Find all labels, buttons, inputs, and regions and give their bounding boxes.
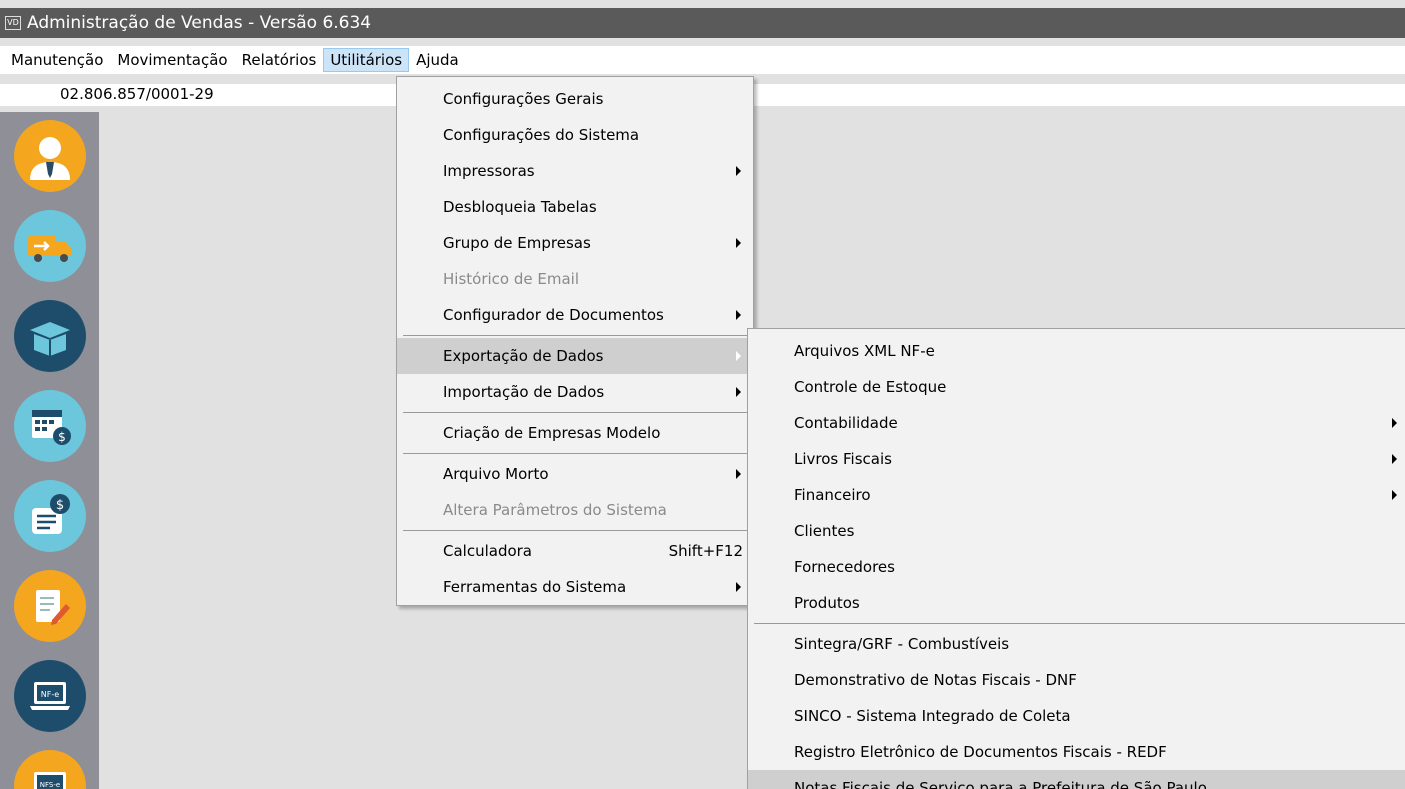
nfse-icon[interactable]: NFS-e <box>14 750 86 789</box>
menu-separator <box>754 623 1405 624</box>
submenu-arrow-icon <box>736 238 741 248</box>
menu-item-label: Criação de Empresas Modelo <box>443 424 661 442</box>
menu-movimentacao[interactable]: Movimentação <box>110 48 234 72</box>
nfe-laptop-icon[interactable]: NF-e <box>14 660 86 732</box>
menu-item-label: Produtos <box>794 594 860 612</box>
shortcut-sidebar: $ $ NF-e NFS-e <box>0 112 99 789</box>
util-item-impressoras[interactable]: Impressoras <box>397 153 753 189</box>
menu-item-label: Arquivos XML NF-e <box>794 342 935 360</box>
menu-item-label: Controle de Estoque <box>794 378 947 396</box>
menu-item-label: SINCO - Sistema Integrado de Coleta <box>794 707 1071 725</box>
util-item-grupo-de-empresas[interactable]: Grupo de Empresas <box>397 225 753 261</box>
menu-utilitarios[interactable]: Utilitários <box>323 48 410 72</box>
title-bar: VD Administração de Vendas - Versão 6.63… <box>0 8 1405 38</box>
menu-item-label: Impressoras <box>443 162 535 180</box>
svg-text:NF-e: NF-e <box>41 690 59 699</box>
menu-item-label: Configurador de Documentos <box>443 306 664 324</box>
menu-item-label: Registro Eletrônico de Documentos Fiscai… <box>794 743 1167 761</box>
menu-item-label: Desbloqueia Tabelas <box>443 198 597 216</box>
export-item-registro-eletronico-de-documentos-fiscais-redf[interactable]: Registro Eletrônico de Documentos Fiscai… <box>748 734 1405 770</box>
util-item-criacao-de-empresas-modelo[interactable]: Criação de Empresas Modelo <box>397 415 753 451</box>
menu-item-label: Notas Fiscais de Serviço para a Prefeitu… <box>794 779 1207 789</box>
submenu-arrow-icon <box>736 582 741 592</box>
menu-item-label: Arquivo Morto <box>443 465 549 483</box>
submenu-arrow-icon <box>736 351 741 361</box>
menu-item-label: Histórico de Email <box>443 270 579 288</box>
svg-text:$: $ <box>58 430 66 444</box>
utilitarios-dropdown: Configurações Gerais Configurações do Sis… <box>396 76 754 606</box>
util-item-importacao-de-dados[interactable]: Importação de Dados <box>397 374 753 410</box>
util-item-exportacao-de-dados[interactable]: Exportação de Dados <box>397 338 753 374</box>
exportacao-submenu: Arquivos XML NF-e Controle de Estoque Cont… <box>747 328 1405 789</box>
menu-item-label: Altera Parâmetros do Sistema <box>443 501 667 519</box>
util-item-configurador-de-documentos[interactable]: Configurador de Documentos <box>397 297 753 333</box>
invoice-money-icon[interactable]: $ <box>14 480 86 552</box>
menu-item-label: Sintegra/GRF - Combustíveis <box>794 635 1010 653</box>
company-cnpj: 02.806.857/0001-29 <box>60 85 214 103</box>
export-item-produtos[interactable]: Produtos <box>748 585 1405 621</box>
menu-item-label: Ferramentas do Sistema <box>443 578 627 596</box>
export-item-contabilidade[interactable]: Contabilidade <box>748 405 1405 441</box>
submenu-arrow-icon <box>1392 454 1397 464</box>
shortcut-label: Shift+F12 <box>668 542 743 560</box>
menu-separator <box>403 412 751 413</box>
submenu-arrow-icon <box>736 310 741 320</box>
menu-item-label: Demonstrativo de Notas Fiscais - DNF <box>794 671 1077 689</box>
submenu-arrow-icon <box>1392 490 1397 500</box>
document-edit-icon[interactable] <box>14 570 86 642</box>
util-item-desbloqueia-tabelas[interactable]: Desbloqueia Tabelas <box>397 189 753 225</box>
menu-separator <box>403 530 751 531</box>
menu-item-label: Contabilidade <box>794 414 898 432</box>
menu-manutencao[interactable]: Manutenção <box>4 48 110 72</box>
menu-item-label: Fornecedores <box>794 558 895 576</box>
svg-text:$: $ <box>56 498 64 513</box>
export-item-fornecedores[interactable]: Fornecedores <box>748 549 1405 585</box>
menu-ajuda[interactable]: Ajuda <box>409 48 466 72</box>
app-icon: VD <box>5 16 21 30</box>
menu-item-label: Clientes <box>794 522 855 540</box>
menu-bar: Manutenção Movimentação Relatórios Utili… <box>0 46 1405 74</box>
svg-text:NFS-e: NFS-e <box>40 781 60 789</box>
util-item-configuracoes-do-sistema[interactable]: Configurações do Sistema <box>397 117 753 153</box>
util-item-altera-parametros-do-sistema: Altera Parâmetros do Sistema <box>397 492 753 528</box>
export-item-sintegra-grf-combustiveis[interactable]: Sintegra/GRF - Combustíveis <box>748 626 1405 662</box>
export-item-financeiro[interactable]: Financeiro <box>748 477 1405 513</box>
export-item-sinco-sistema-integrado-de-coleta[interactable]: SINCO - Sistema Integrado de Coleta <box>748 698 1405 734</box>
menu-item-label: Calculadora <box>443 542 533 560</box>
calendar-money-icon[interactable]: $ <box>14 390 86 462</box>
submenu-arrow-icon <box>736 387 741 397</box>
util-item-arquivo-morto[interactable]: Arquivo Morto <box>397 456 753 492</box>
export-item-clientes[interactable]: Clientes <box>748 513 1405 549</box>
util-item-historico-de-email: Histórico de Email <box>397 261 753 297</box>
util-item-calculadora[interactable]: Calculadora Shift+F12 <box>397 533 753 569</box>
menu-item-label: Configurações Gerais <box>443 90 604 108</box>
export-item-demonstrativo-de-notas-fiscais-dnf[interactable]: Demonstrativo de Notas Fiscais - DNF <box>748 662 1405 698</box>
menu-separator <box>403 335 751 336</box>
submenu-arrow-icon <box>736 469 741 479</box>
menu-item-label: Grupo de Empresas <box>443 234 591 252</box>
user-icon[interactable] <box>14 120 86 192</box>
window-title: Administração de Vendas - Versão 6.634 <box>27 13 372 33</box>
menu-item-label: Configurações do Sistema <box>443 126 640 144</box>
util-item-ferramentas-do-sistema[interactable]: Ferramentas do Sistema <box>397 569 753 605</box>
menu-item-label: Financeiro <box>794 486 871 504</box>
submenu-arrow-icon <box>736 166 741 176</box>
truck-icon[interactable] <box>14 210 86 282</box>
submenu-arrow-icon <box>1392 418 1397 428</box>
menu-relatorios[interactable]: Relatórios <box>235 48 324 72</box>
util-item-configuracoes-gerais[interactable]: Configurações Gerais <box>397 81 753 117</box>
export-item-controle-de-estoque[interactable]: Controle de Estoque <box>748 369 1405 405</box>
export-item-arquivos-xml-nf-e[interactable]: Arquivos XML NF-e <box>748 333 1405 369</box>
menu-item-label: Exportação de Dados <box>443 347 604 365</box>
export-item-notas-fiscais-de-servico-para-a-prefeitura-de-sao-paulo[interactable]: Notas Fiscais de Serviço para a Prefeitu… <box>748 770 1405 789</box>
menu-item-label: Livros Fiscais <box>794 450 892 468</box>
export-item-livros-fiscais[interactable]: Livros Fiscais <box>748 441 1405 477</box>
box-icon[interactable] <box>14 300 86 372</box>
menu-separator <box>403 453 751 454</box>
menu-item-label: Importação de Dados <box>443 383 605 401</box>
